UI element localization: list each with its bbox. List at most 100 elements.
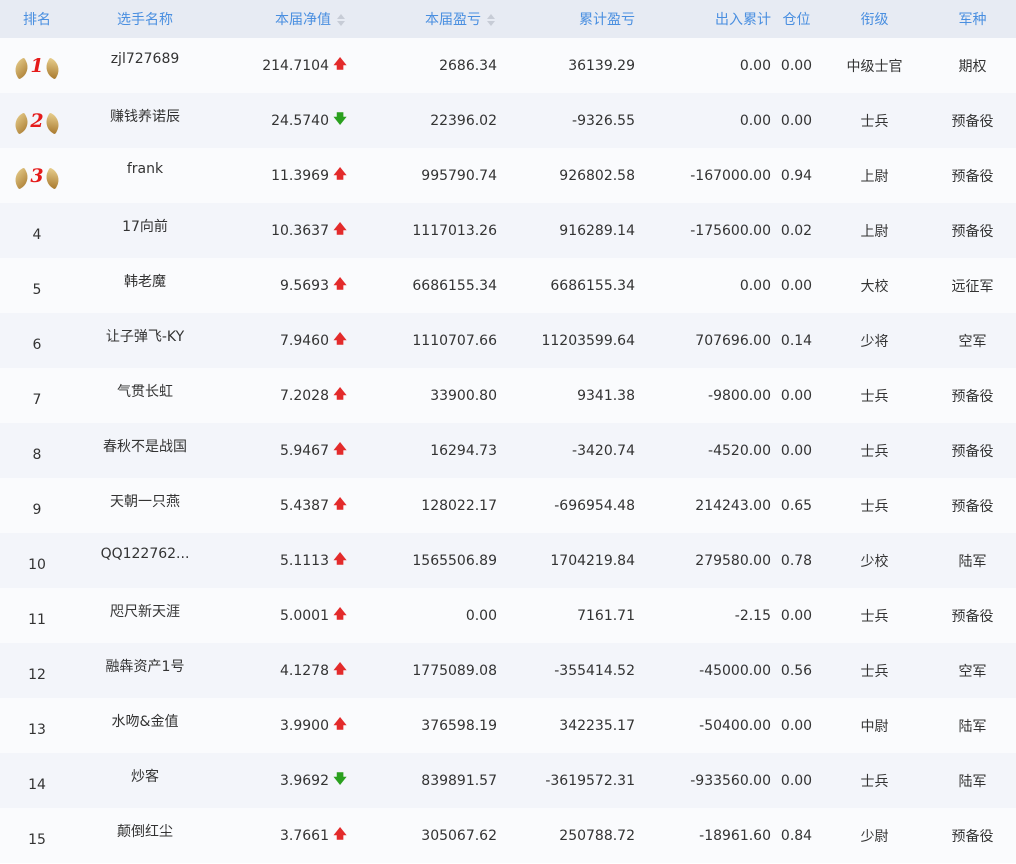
rank-cell: 8 [32,446,42,463]
player-name[interactable]: 韩老魔 [74,258,216,313]
nav-value: 5.1113 [280,552,329,569]
trend-up-arrow-icon: 🡅 [333,496,347,512]
inout-cell: 279580.00 [695,552,771,569]
rank-cell: 13 [28,721,46,738]
player-name[interactable]: 咫尺新天涯 [74,588,216,643]
table-row: 3 frank 11.3969 🡅 995790.74 926802.58 -167000.… [0,148,1016,203]
rank-cell: 2 [0,93,74,148]
branch-cell: 远征军 [951,278,994,295]
rank-cell: 7 [32,391,42,408]
nav-value: 5.4387 [280,497,329,514]
nav-cell: 5.4387 🡅 [216,478,353,533]
rank-cell: 3 [0,148,74,203]
title-cell: 上尉 [860,223,889,240]
table-row: 5 韩老魔 9.5693 🡅 6686155.34 6686155.34 0.00 0.00 大… [0,258,1016,313]
nav-value: 3.9692 [280,772,329,789]
inout-cell: -167000.00 [690,167,771,184]
table-row: 13 水吻&金值 3.9900 🡅 376598.19 342235.17 -50400.0… [0,698,1016,753]
profit-cell: 0.00 [465,607,497,624]
trend-up-arrow-icon: 🡅 [333,551,347,567]
player-name[interactable]: 颠倒红尘 [74,808,216,863]
table-row: 9 天朝一只燕 5.4387 🡅 128022.17 -696954.48 214243.0… [0,478,1016,533]
profit-cell: 1117013.26 [412,222,497,239]
player-name[interactable]: 17向前 [74,203,216,258]
player-name[interactable]: 融犇资产1号 [74,643,216,698]
header-player: 选手名称 [117,12,173,28]
player-name[interactable]: 让子弹飞-KY [74,313,216,368]
title-cell: 中尉 [860,718,889,735]
title-cell: 中级士官 [846,58,903,75]
header-cum-profit: 累计盈亏 [579,12,635,28]
nav-cell: 10.3637 🡅 [216,203,353,258]
title-cell: 少校 [860,553,889,570]
position-cell: 0.65 [780,497,813,514]
player-name[interactable]: 天朝一只燕 [74,478,216,533]
header-profit-sortable[interactable]: 本届盈亏 [353,0,499,38]
profit-cell: 2686.34 [439,57,497,74]
trend-up-arrow-icon: 🡅 [333,441,347,457]
nav-value: 7.9460 [280,332,329,349]
position-cell: 0.00 [780,57,813,74]
inout-cell: -175600.00 [690,222,771,239]
trend-down-arrow-icon: 🡇 [333,771,347,787]
player-name[interactable]: 春秋不是战国 [74,423,216,478]
profit-cell: 305067.62 [421,827,497,844]
header-position: 仓位 [782,12,811,28]
player-name[interactable]: 水吻&金值 [74,698,216,753]
trend-up-arrow-icon: 🡅 [333,716,347,732]
table-row: 2 赚钱养诺辰 24.5740 🡇 22396.02 -9326.55 0.00 0.00 士兵… [0,93,1016,148]
cum-profit-cell: 1704219.84 [550,552,635,569]
rank-cell: 12 [28,666,46,683]
branch-cell: 陆军 [958,773,987,790]
branch-cell: 预备役 [951,388,994,405]
inout-cell: -18961.60 [699,827,771,844]
title-cell: 少将 [860,333,889,350]
cum-profit-cell: 7161.71 [577,607,635,624]
table-row: 11 咫尺新天涯 5.0001 🡅 0.00 7161.71 -2.15 0.00 士兵 预备役 [0,588,1016,643]
rank-cell: 10 [28,556,46,573]
cum-profit-cell: -355414.52 [554,662,635,679]
header-nav-sortable[interactable]: 本届净值 [216,0,353,38]
rank-cell: 15 [28,831,46,848]
player-name[interactable]: 炒客 [74,753,216,808]
nav-cell: 5.9467 🡅 [216,423,353,478]
position-cell: 0.00 [780,607,813,624]
title-cell: 士兵 [860,663,889,680]
player-name[interactable]: QQ122762... [74,533,216,588]
profit-cell: 16294.73 [430,442,497,459]
position-cell: 0.14 [780,332,813,349]
nav-value: 7.2028 [280,387,329,404]
table-row: 14 炒客 3.9692 🡇 839891.57 -3619572.31 -933560.0… [0,753,1016,808]
player-name[interactable]: 气贯长虹 [74,368,216,423]
inout-cell: -2.15 [734,607,771,624]
nav-cell: 11.3969 🡅 [216,148,353,203]
cum-profit-cell: 342235.17 [559,717,635,734]
medal-number: 3 [30,164,44,187]
position-cell: 0.56 [780,662,813,679]
sort-icon[interactable] [487,14,495,26]
player-name[interactable]: frank [74,148,216,203]
cum-profit-cell: 6686155.34 [550,277,635,294]
sort-icon[interactable] [337,14,345,26]
profit-cell: 1110707.66 [412,332,497,349]
nav-cell: 3.9900 🡅 [216,698,353,753]
position-cell: 0.00 [780,387,813,404]
profit-cell: 33900.80 [430,387,497,404]
inout-cell: 0.00 [739,57,771,74]
position-cell: 0.78 [780,552,813,569]
player-name[interactable]: zjl727689 [74,38,216,93]
cum-profit-cell: -3619572.31 [545,772,635,789]
player-name[interactable]: 赚钱养诺辰 [74,93,216,148]
header-inout: 出入累计 [715,12,771,28]
cum-profit-cell: -3420.74 [572,442,635,459]
trend-up-arrow-icon: 🡅 [333,56,347,72]
branch-cell: 预备役 [951,113,994,130]
nav-cell: 7.9460 🡅 [216,313,353,368]
inout-cell: -50400.00 [699,717,771,734]
table-row: 7 气贯长虹 7.2028 🡅 33900.80 9341.38 -9800.00 0.00 士… [0,368,1016,423]
branch-cell: 期权 [958,58,987,75]
nav-value: 9.5693 [280,277,329,294]
header-nav-label: 本届净值 [275,12,331,28]
nav-value: 11.3969 [271,167,329,184]
inout-cell: -45000.00 [699,662,771,679]
